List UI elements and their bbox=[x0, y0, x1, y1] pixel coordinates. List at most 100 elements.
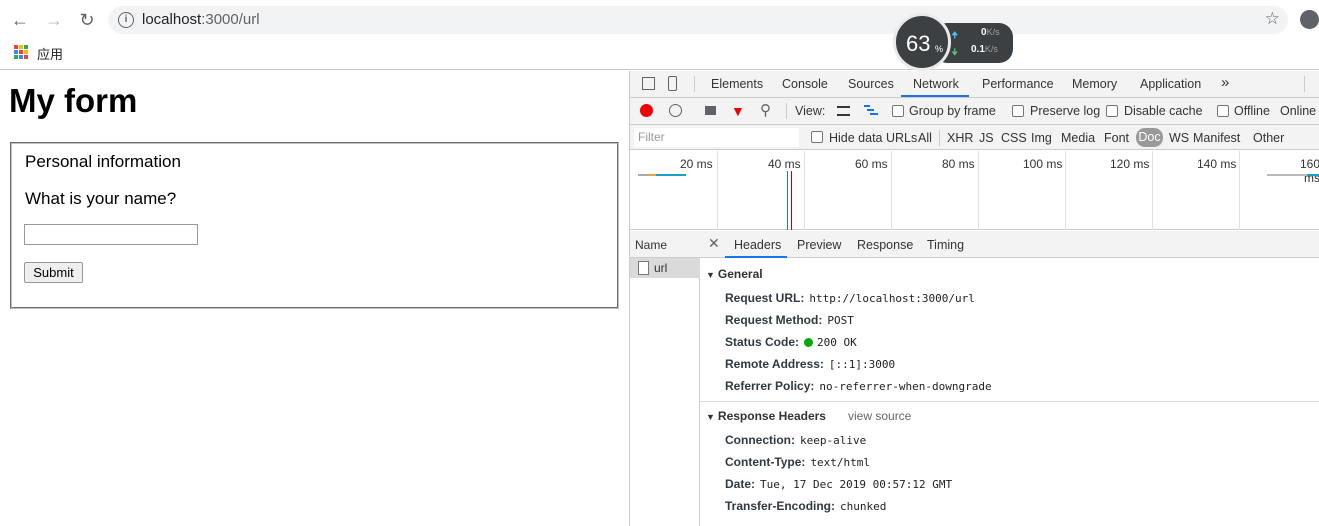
profile-avatar-icon[interactable] bbox=[1300, 10, 1319, 29]
percent-sign: % bbox=[935, 44, 944, 54]
filter-type-media[interactable]: Media bbox=[1061, 131, 1095, 145]
tab-console[interactable]: Console bbox=[782, 77, 828, 91]
search-icon[interactable]: ⚲ bbox=[760, 101, 771, 119]
tick-line bbox=[1152, 151, 1153, 230]
section-divider bbox=[700, 401, 1319, 402]
devtools-tabbar: Elements Console Sources Network Perform… bbox=[630, 71, 1319, 98]
cpu-percent: 63 bbox=[906, 31, 931, 56]
offline-checkbox[interactable] bbox=[1217, 105, 1229, 117]
header-value: [::1]:3000 bbox=[828, 358, 896, 371]
tab-response[interactable]: Response bbox=[857, 238, 913, 252]
bookmark-star-icon[interactable]: ☆ bbox=[1265, 9, 1280, 29]
tick-label: 120 ms bbox=[1110, 157, 1150, 171]
header-value: http://localhost:3000/url bbox=[809, 292, 975, 305]
tick-line bbox=[1239, 151, 1240, 230]
download-value: 0.1 bbox=[971, 44, 985, 55]
filter-type-ws[interactable]: WS bbox=[1169, 131, 1189, 145]
large-rows-icon[interactable] bbox=[837, 106, 850, 116]
filter-type-xhr[interactable]: XHR bbox=[947, 131, 973, 145]
group-by-frame-checkbox[interactable] bbox=[892, 105, 904, 117]
device-toolbar-icon[interactable] bbox=[668, 76, 677, 91]
group-by-frame-label: Group by frame bbox=[909, 104, 996, 118]
filter-funnel-icon[interactable]: ▼ bbox=[731, 103, 745, 119]
url-host: localhost bbox=[142, 11, 202, 28]
record-icon[interactable] bbox=[640, 104, 653, 117]
name-column-label: Name bbox=[635, 238, 668, 252]
tab-timing[interactable]: Timing bbox=[927, 238, 964, 252]
general-section-toggle[interactable]: ▼ General bbox=[706, 267, 763, 281]
general-section-title: General bbox=[717, 267, 763, 281]
tab-memory[interactable]: Memory bbox=[1072, 77, 1117, 91]
url-text: localhost:3000/url bbox=[142, 11, 260, 28]
address-bar[interactable]: i localhost:3000/url ☆ bbox=[108, 6, 1288, 34]
tab-preview[interactable]: Preview bbox=[797, 238, 841, 252]
header-key: Remote Address: bbox=[725, 357, 824, 371]
tick-label: 60 ms bbox=[855, 157, 888, 171]
info-icon[interactable]: i bbox=[118, 12, 134, 28]
toolbar-divider bbox=[1304, 76, 1305, 92]
filter-type-other[interactable]: Other bbox=[1253, 131, 1284, 145]
clear-icon[interactable] bbox=[669, 104, 682, 117]
overview-bar bbox=[648, 174, 656, 176]
hide-data-urls-checkbox[interactable] bbox=[811, 131, 823, 143]
tick-label: 160 ms bbox=[1299, 157, 1319, 185]
filter-type-doc[interactable]: Doc bbox=[1136, 128, 1163, 147]
forward-arrow-icon[interactable]: → bbox=[42, 8, 66, 32]
filter-type-font[interactable]: Font bbox=[1104, 131, 1129, 145]
response-header-row: Date: Tue, 17 Dec 2019 00:57:12 GMT bbox=[725, 477, 952, 491]
overview-bar bbox=[638, 174, 648, 176]
header-key: Transfer-Encoding: bbox=[725, 499, 836, 513]
preserve-log-checkbox[interactable] bbox=[1012, 105, 1024, 117]
general-row: Request URL: http://localhost:3000/url bbox=[725, 291, 975, 305]
submit-button[interactable]: Submit bbox=[24, 262, 83, 283]
disable-cache-checkbox[interactable] bbox=[1106, 105, 1118, 117]
filter-type-css[interactable]: CSS bbox=[1001, 131, 1027, 145]
upload-arrow-icon: 🠉 bbox=[951, 30, 959, 40]
page-viewport: My form Personal information What is you… bbox=[0, 71, 629, 526]
filter-type-all[interactable]: All bbox=[918, 131, 932, 145]
overview-bar bbox=[1267, 174, 1307, 176]
tab-performance[interactable]: Performance bbox=[982, 77, 1054, 91]
more-tabs-icon[interactable]: » bbox=[1221, 74, 1229, 91]
name-input[interactable] bbox=[24, 224, 198, 245]
header-value: 200 OK bbox=[817, 336, 857, 349]
network-overview-timeline[interactable]: 20 ms 40 ms 60 ms 80 ms 100 ms 120 ms 14… bbox=[630, 151, 1319, 230]
preserve-log-label: Preserve log bbox=[1030, 104, 1101, 118]
view-source-link[interactable]: view source bbox=[848, 409, 911, 423]
filter-input[interactable]: Filter bbox=[634, 128, 799, 147]
reload-icon[interactable]: ↻ bbox=[75, 8, 99, 32]
tab-headers[interactable]: Headers bbox=[734, 238, 781, 252]
page-title: My form bbox=[9, 82, 138, 119]
response-header-row: Content-Type: text/html bbox=[725, 455, 870, 469]
network-filter-bar: Filter Hide data URLs All XHR JS CSS Img… bbox=[630, 125, 1319, 150]
filter-type-manifest[interactable]: Manifest bbox=[1193, 131, 1240, 145]
tab-sources[interactable]: Sources bbox=[848, 77, 894, 91]
overview-bar bbox=[1307, 174, 1319, 176]
close-icon[interactable]: ✕ bbox=[708, 235, 720, 252]
tick-line bbox=[978, 151, 979, 230]
caret-down-icon: ▼ bbox=[706, 270, 715, 280]
filter-type-img[interactable]: Img bbox=[1031, 131, 1052, 145]
capture-screenshots-icon[interactable] bbox=[705, 106, 716, 115]
back-arrow-icon[interactable]: ← bbox=[8, 8, 32, 32]
offline-label: Offline bbox=[1234, 104, 1270, 118]
header-key: Connection: bbox=[725, 433, 795, 447]
response-headers-toggle[interactable]: ▼ Response Headers bbox=[706, 409, 826, 423]
request-row[interactable]: url bbox=[630, 258, 700, 278]
tab-application[interactable]: Application bbox=[1140, 77, 1201, 91]
bookmark-apps-label[interactable]: 应用 bbox=[37, 44, 63, 63]
tab-network[interactable]: Network bbox=[913, 77, 959, 91]
download-arrow-icon: 🠋 bbox=[951, 47, 959, 57]
throttling-select[interactable]: Online bbox=[1280, 104, 1316, 118]
apps-grid-icon[interactable] bbox=[14, 45, 28, 59]
filter-type-js[interactable]: JS bbox=[979, 131, 994, 145]
overview-waterfall-icon[interactable] bbox=[864, 105, 878, 116]
header-key: Content-Type: bbox=[725, 455, 806, 469]
tab-elements[interactable]: Elements bbox=[711, 77, 763, 91]
name-column-header[interactable]: Name bbox=[630, 231, 700, 258]
inspect-element-icon[interactable] bbox=[642, 77, 655, 90]
header-value: text/html bbox=[810, 456, 871, 469]
network-speed-widget[interactable]: 🠉 0K/s 🠋 0.1K/s 63 % bbox=[893, 13, 1013, 73]
hide-data-urls-label: Hide data URLs bbox=[829, 131, 918, 145]
request-name: url bbox=[654, 261, 668, 275]
